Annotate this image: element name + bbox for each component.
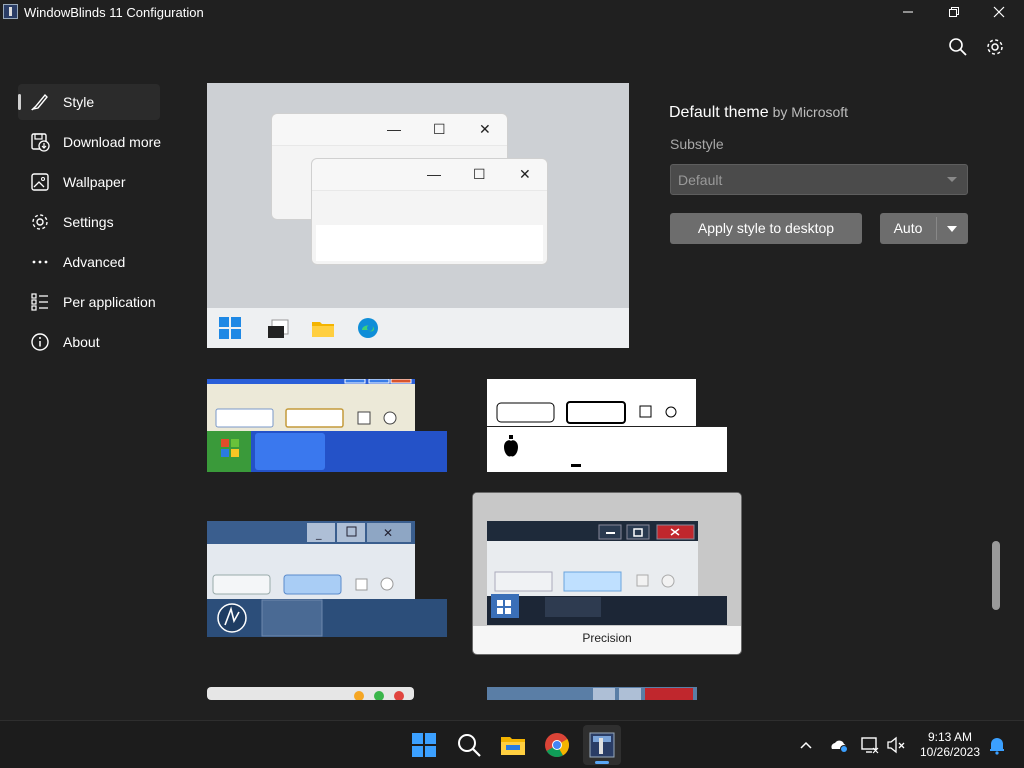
search-icon[interactable] bbox=[456, 732, 482, 758]
maximize-icon: ☐ bbox=[433, 121, 446, 137]
theme-author: by Microsoft bbox=[772, 104, 849, 120]
classic-blue-theme-preview bbox=[487, 687, 697, 700]
mac-theme-preview bbox=[487, 379, 727, 472]
clock-time: 9:13 AM bbox=[927, 730, 973, 744]
svg-text:✕: ✕ bbox=[383, 526, 393, 540]
info-icon bbox=[31, 333, 49, 351]
substyle-label: Substyle bbox=[670, 136, 724, 152]
theme-thumbnail-xp[interactable] bbox=[207, 379, 447, 472]
chrome-browser-icon[interactable] bbox=[544, 732, 570, 758]
file-explorer-icon[interactable] bbox=[500, 732, 526, 758]
sidebar-item-settings[interactable]: Settings bbox=[18, 204, 160, 240]
theme-title: Default theme by Microsoft bbox=[669, 104, 848, 122]
windows-logo-icon bbox=[219, 317, 241, 339]
selection-indicator bbox=[18, 94, 21, 110]
minimize-button[interactable] bbox=[885, 0, 931, 24]
theme-name: Default theme bbox=[669, 104, 769, 121]
app-window: WindowBlinds 11 Configuration Style Down… bbox=[0, 0, 1024, 720]
sidebar-item-about[interactable]: About bbox=[18, 324, 160, 360]
title-bar: WindowBlinds 11 Configuration bbox=[0, 0, 1024, 24]
theme-thumbnail-mac-modern[interactable] bbox=[207, 687, 414, 700]
sidebar-item-label: Style bbox=[63, 94, 95, 110]
mac-modern-theme-preview bbox=[207, 687, 414, 700]
style-preview: — ☐ ✕ — ☐ ✕ bbox=[207, 83, 629, 348]
scrollbar-thumb[interactable] bbox=[992, 541, 1000, 610]
substyle-dropdown[interactable]: Default bbox=[670, 164, 968, 195]
windows-start-icon[interactable] bbox=[411, 732, 437, 758]
sidebar-item-label: Advanced bbox=[63, 254, 126, 270]
minimize-icon: — bbox=[427, 166, 441, 182]
theme-thumbnail-blue[interactable]: _ ✕ bbox=[207, 521, 447, 637]
minimize-icon: — bbox=[387, 121, 401, 137]
close-icon: ✕ bbox=[479, 121, 491, 137]
gear-icon[interactable] bbox=[985, 37, 1005, 57]
close-button[interactable] bbox=[976, 0, 1022, 24]
maximize-button[interactable] bbox=[930, 0, 976, 24]
preview-window-front: — ☐ ✕ bbox=[311, 158, 548, 265]
terminal-icon bbox=[268, 319, 289, 338]
sidebar-item-label: Download more styles bbox=[63, 134, 164, 150]
taskbar-active-app[interactable] bbox=[583, 725, 621, 765]
chevron-down-icon bbox=[947, 177, 957, 182]
sidebar-item-style[interactable]: Style bbox=[18, 84, 160, 120]
xp-theme-preview bbox=[207, 379, 447, 472]
auto-split-button[interactable]: Auto bbox=[880, 213, 968, 244]
sidebar-item-label: About bbox=[63, 334, 100, 350]
sidebar-item-download[interactable]: Download more styles bbox=[18, 124, 164, 160]
windows-taskbar: 9:13 AM 10/26/2023 bbox=[0, 720, 1024, 768]
more-dots-icon bbox=[32, 260, 48, 264]
notification-bell-icon[interactable] bbox=[987, 735, 1007, 755]
sidebar-item-advanced[interactable]: Advanced bbox=[18, 244, 160, 280]
gear-icon bbox=[32, 214, 48, 230]
apply-style-button[interactable]: Apply style to desktop bbox=[670, 213, 862, 244]
list-icon bbox=[31, 293, 48, 311]
sidebar-item-label: Per application bbox=[63, 294, 156, 310]
preview-taskbar bbox=[207, 308, 629, 348]
theme-thumbnail-classic-blue[interactable] bbox=[487, 687, 697, 700]
chevron-up-icon[interactable] bbox=[796, 735, 816, 755]
sidebar-item-label: Settings bbox=[63, 214, 114, 230]
maximize-icon bbox=[949, 7, 959, 17]
clock-date: 10/26/2023 bbox=[919, 745, 981, 759]
onedrive-icon[interactable] bbox=[829, 735, 849, 755]
network-icon[interactable] bbox=[860, 735, 880, 755]
close-icon bbox=[993, 6, 1005, 18]
sidebar-item-wallpaper[interactable]: Wallpaper bbox=[18, 164, 160, 200]
system-clock[interactable]: 9:13 AM 10/26/2023 bbox=[912, 730, 988, 760]
theme-thumbnail-classic-mac[interactable] bbox=[487, 379, 727, 472]
download-icon bbox=[31, 133, 50, 152]
window-title: WindowBlinds 11 Configuration bbox=[24, 5, 204, 20]
chevron-down-icon[interactable] bbox=[947, 226, 957, 232]
precision-theme-preview bbox=[487, 521, 727, 625]
brush-icon bbox=[30, 93, 48, 111]
minimize-icon bbox=[903, 11, 913, 13]
folder-icon bbox=[312, 322, 334, 337]
search-icon[interactable] bbox=[948, 37, 968, 57]
app-icon bbox=[3, 4, 18, 19]
edge-browser-icon bbox=[358, 318, 378, 338]
sidebar-item-per-application[interactable]: Per application bbox=[18, 284, 160, 320]
windowblinds-icon bbox=[589, 732, 615, 758]
blue-theme-preview: _ ✕ bbox=[207, 521, 447, 637]
maximize-icon: ☐ bbox=[473, 166, 486, 182]
substyle-value: Default bbox=[678, 172, 723, 188]
auto-button-label: Auto bbox=[893, 220, 923, 236]
close-icon: ✕ bbox=[519, 166, 531, 182]
active-indicator bbox=[595, 761, 609, 764]
svg-text:_: _ bbox=[315, 527, 322, 540]
theme-card-caption: Precision bbox=[582, 631, 632, 645]
image-icon bbox=[31, 173, 49, 191]
volume-muted-icon[interactable] bbox=[886, 735, 906, 755]
theme-card-precision-selected[interactable]: Precision bbox=[472, 492, 742, 655]
sidebar-item-label: Wallpaper bbox=[63, 174, 126, 190]
